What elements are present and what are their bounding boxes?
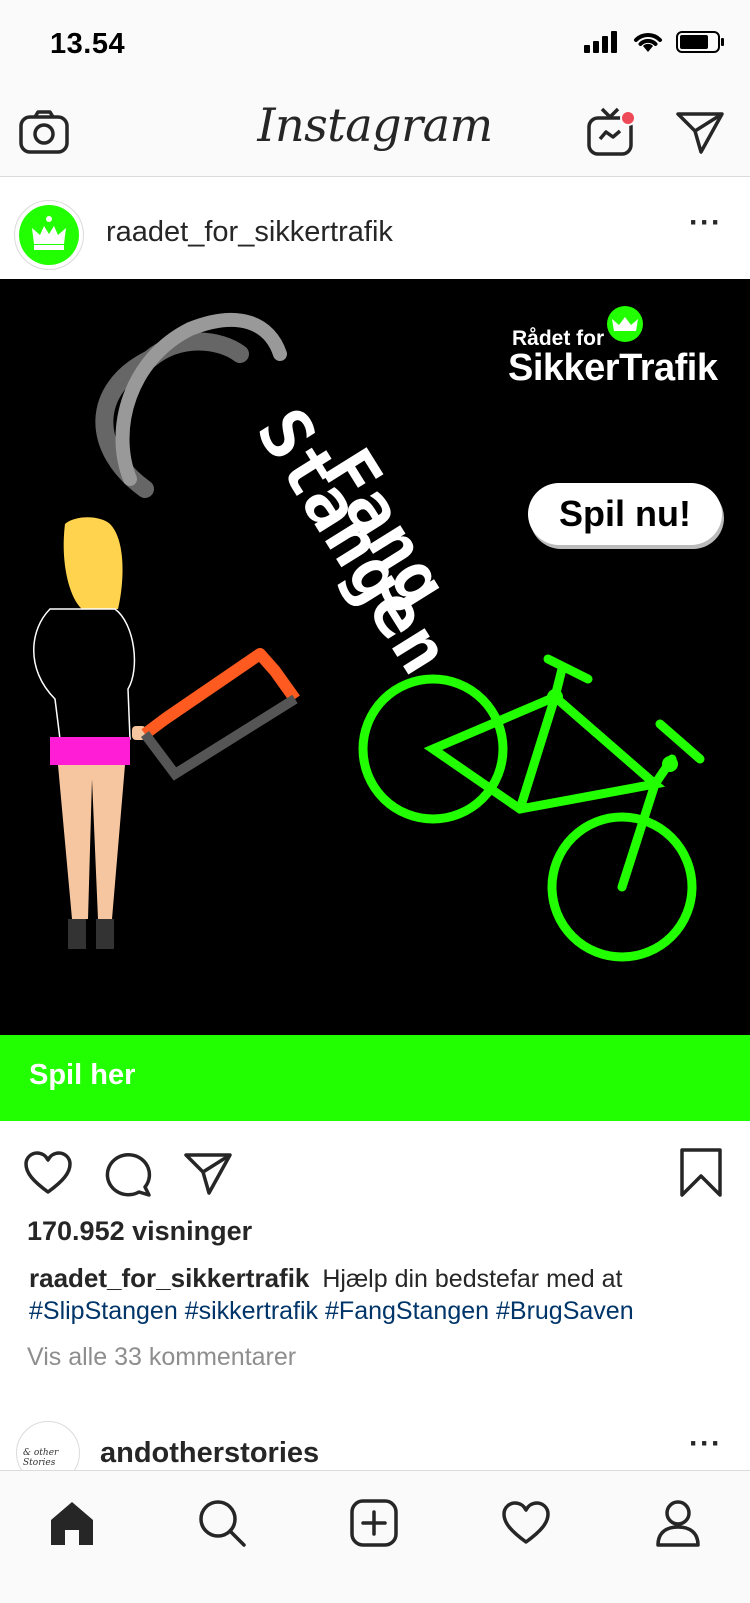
avatar[interactable] xyxy=(14,200,84,270)
hashtag[interactable]: #sikkertrafik xyxy=(185,1297,318,1325)
next-post-header: & other Stories andotherstories ··· xyxy=(0,1415,750,1470)
next-post-avatar-text: & other Stories xyxy=(23,1448,59,1468)
view-count: 170.952 visninger xyxy=(27,1216,253,1246)
post-image[interactable]: Stangen Fang Rådet for SikkerTrafik Spil… xyxy=(0,279,750,1035)
cta-bar[interactable]: Spil her xyxy=(0,1035,750,1121)
signal-icon xyxy=(584,31,620,58)
igtv-icon[interactable] xyxy=(584,104,640,160)
next-post-more-icon[interactable]: ··· xyxy=(689,1427,722,1461)
post-caption: raadet_for_sikkertrafik Hjælp din bedste… xyxy=(29,1262,729,1327)
app-header: Instagram xyxy=(0,90,750,177)
wifi-icon xyxy=(632,30,664,59)
post-actions xyxy=(0,1121,750,1221)
brand-big-text: SikkerTrafik xyxy=(508,347,718,389)
view-comments-link[interactable]: Vis alle 33 kommentarer xyxy=(27,1343,296,1372)
like-heart-icon[interactable] xyxy=(20,1145,76,1201)
status-icons xyxy=(584,30,726,59)
post-illustration: Stangen Fang xyxy=(33,306,705,962)
battery-icon xyxy=(676,30,726,59)
share-icon[interactable] xyxy=(180,1145,236,1201)
direct-message-icon[interactable] xyxy=(672,104,728,160)
caption-username[interactable]: raadet_for_sikkertrafik xyxy=(29,1263,309,1293)
status-time: 13.54 xyxy=(50,28,126,60)
post-username[interactable]: raadet_for_sikkertrafik xyxy=(106,216,393,249)
hashtag[interactable]: #BrugSaven xyxy=(496,1297,634,1325)
status-bar: 13.54 xyxy=(0,0,750,90)
bottom-tab-bar xyxy=(0,1470,750,1603)
bookmark-icon[interactable] xyxy=(673,1145,729,1201)
next-post-avatar[interactable]: & other Stories xyxy=(16,1421,80,1470)
hashtag[interactable]: #FangStangen xyxy=(325,1297,489,1325)
search-icon[interactable] xyxy=(192,1493,252,1553)
cta-label[interactable]: Spil her xyxy=(29,1059,135,1092)
post-header: raadet_for_sikkertrafik ··· xyxy=(0,178,750,278)
next-post-username[interactable]: andotherstories xyxy=(100,1437,319,1470)
activity-heart-icon[interactable] xyxy=(496,1493,556,1553)
home-icon[interactable] xyxy=(42,1493,102,1553)
hashtag[interactable]: #SlipStangen xyxy=(29,1297,178,1325)
more-options-icon[interactable]: ··· xyxy=(689,206,722,240)
comment-icon[interactable] xyxy=(100,1145,156,1201)
profile-icon[interactable] xyxy=(648,1493,708,1553)
new-post-icon[interactable] xyxy=(344,1493,404,1553)
caption-text: Hjælp din bedstefar med at xyxy=(322,1265,623,1293)
play-now-button[interactable]: Spil nu! xyxy=(528,483,722,545)
